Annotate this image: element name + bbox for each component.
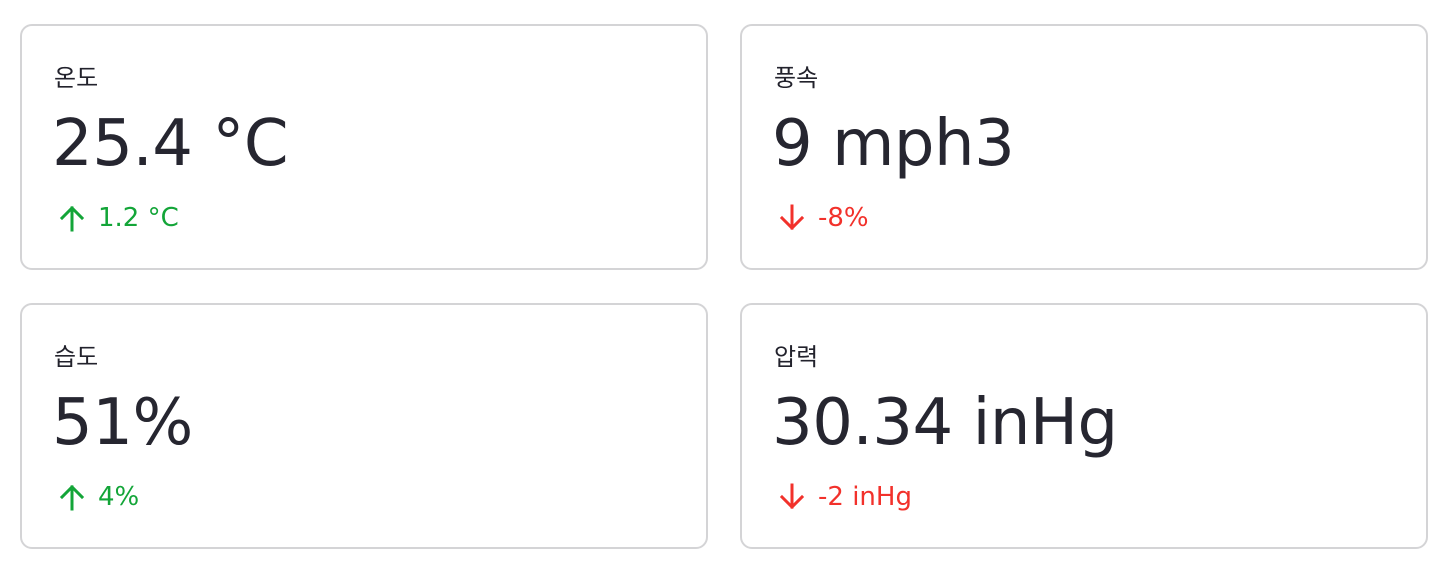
stat-delta-text: 1.2 °C — [98, 203, 179, 233]
stat-label: 습도 — [54, 343, 99, 371]
stat-value: 30.34 inHg — [772, 386, 1118, 460]
stat-delta-text: -2 inHg — [818, 482, 912, 512]
stat-card-temperature: 온도 25.4 °C 1.2 °C — [20, 24, 708, 270]
stat-delta-text: -8% — [818, 203, 869, 233]
stat-delta: -8% — [776, 198, 869, 238]
stat-delta: 4% — [56, 477, 139, 517]
stat-value: 25.4 °C — [52, 107, 289, 181]
stat-label: 온도 — [54, 64, 99, 92]
stat-value: 9 mph3 — [772, 107, 1015, 181]
arrow-down-icon — [776, 481, 808, 513]
weather-stats-grid: 온도 25.4 °C 1.2 °C 풍속 9 mph3 -8% 습도 51% 4… — [0, 0, 1454, 572]
stat-delta: -2 inHg — [776, 477, 912, 517]
stat-value: 51% — [52, 386, 193, 460]
arrow-down-icon — [776, 202, 808, 234]
stat-label: 풍속 — [774, 64, 819, 92]
arrow-up-icon — [56, 481, 88, 513]
stat-label: 압력 — [774, 343, 819, 371]
stat-delta-text: 4% — [98, 482, 140, 512]
arrow-up-icon — [56, 202, 88, 234]
stat-card-pressure: 압력 30.34 inHg -2 inHg — [740, 303, 1428, 549]
stat-card-wind-speed: 풍속 9 mph3 -8% — [740, 24, 1428, 270]
stat-delta: 1.2 °C — [56, 198, 179, 238]
stat-card-humidity: 습도 51% 4% — [20, 303, 708, 549]
